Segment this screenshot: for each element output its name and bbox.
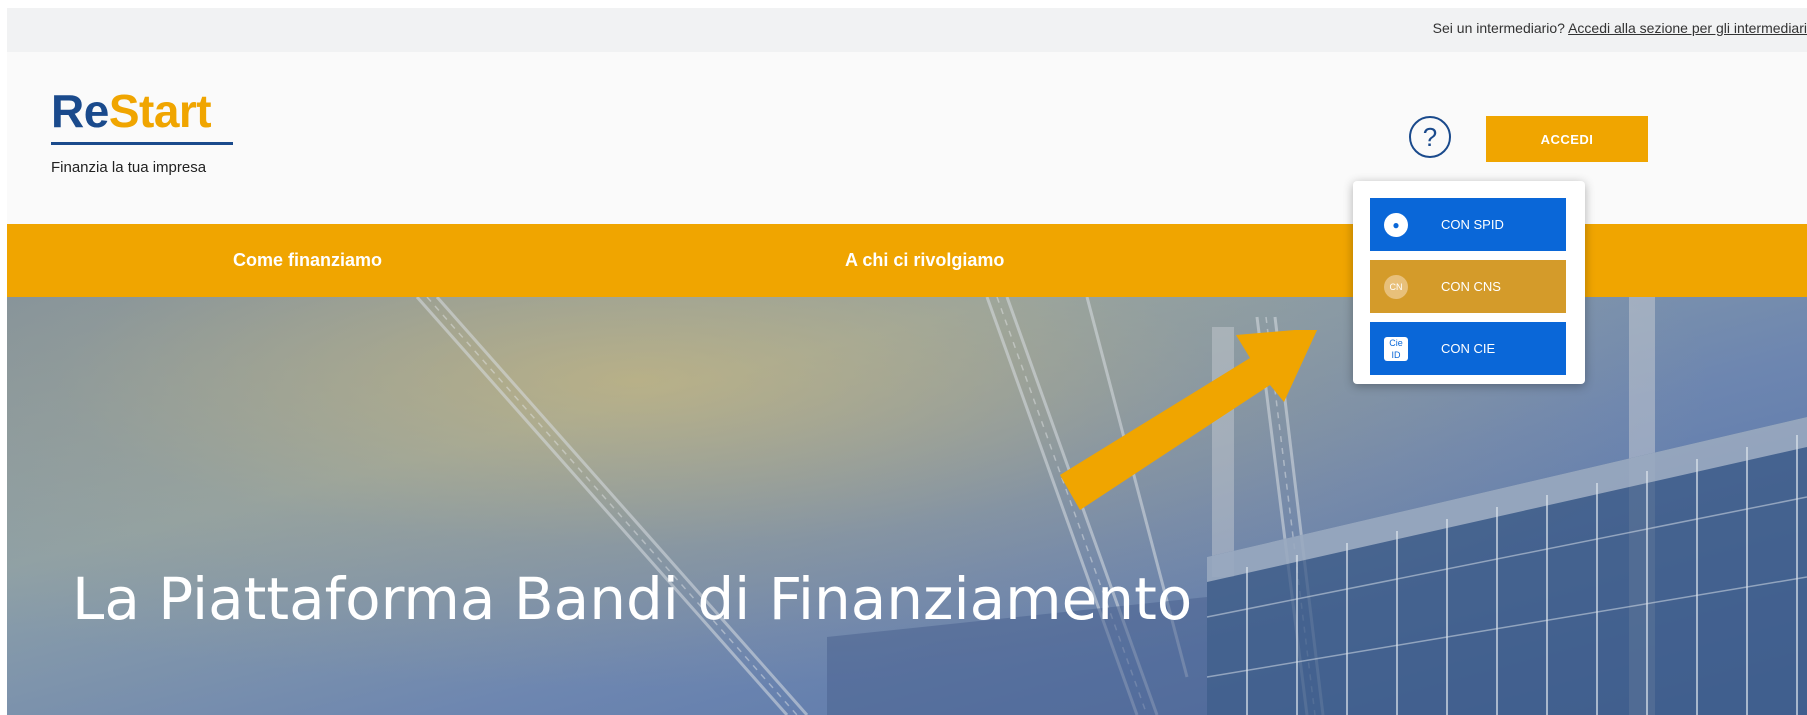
login-cie-label: CON CIE [1441, 341, 1496, 356]
restart-logo[interactable]: ReStart Finanzia la tua impresa [51, 88, 233, 176]
login-cns-label: CON CNS [1441, 279, 1501, 294]
intermediary-notice: Sei un intermediario? Accedi alla sezion… [1433, 20, 1807, 36]
login-method-dropdown: ● CON SPID CN CON CNS Cie ID CON CIE [1353, 181, 1585, 384]
logo-underline [51, 142, 233, 145]
nav-item-come-finanziamo[interactable]: Come finanziamo [233, 250, 382, 271]
cie-icon: Cie ID [1384, 337, 1408, 361]
accedi-button[interactable]: ACCEDI [1486, 116, 1648, 162]
logo-tagline: Finanzia la tua impresa [51, 159, 207, 176]
hero-title: La Piattaforma Bandi di Finanziamento [72, 565, 1193, 633]
orange-arrow-icon [1060, 330, 1318, 510]
logo-part-start: Start [108, 85, 212, 137]
login-cie-button[interactable]: Cie ID CON CIE [1370, 322, 1566, 375]
login-spid-button[interactable]: ● CON SPID [1370, 198, 1566, 251]
help-icon[interactable]: ? [1409, 116, 1451, 158]
top-utility-bar: Sei un intermediario? Accedi alla sezion… [7, 8, 1807, 52]
cns-icon: CN [1384, 275, 1408, 299]
logo-part-re: Re [51, 85, 109, 137]
logo-wordmark: ReStart [51, 88, 233, 134]
login-spid-label: CON SPID [1441, 217, 1504, 232]
login-cns-button[interactable]: CN CON CNS [1370, 260, 1566, 313]
spid-icon: ● [1384, 213, 1408, 237]
intermediary-question: Sei un intermediario? [1432, 20, 1565, 36]
nav-item-a-chi-ci-rivolgiamo[interactable]: A chi ci rivolgiamo [845, 250, 1004, 271]
intermediary-login-link[interactable]: Accedi alla sezione per gli intermediari [1568, 20, 1807, 36]
